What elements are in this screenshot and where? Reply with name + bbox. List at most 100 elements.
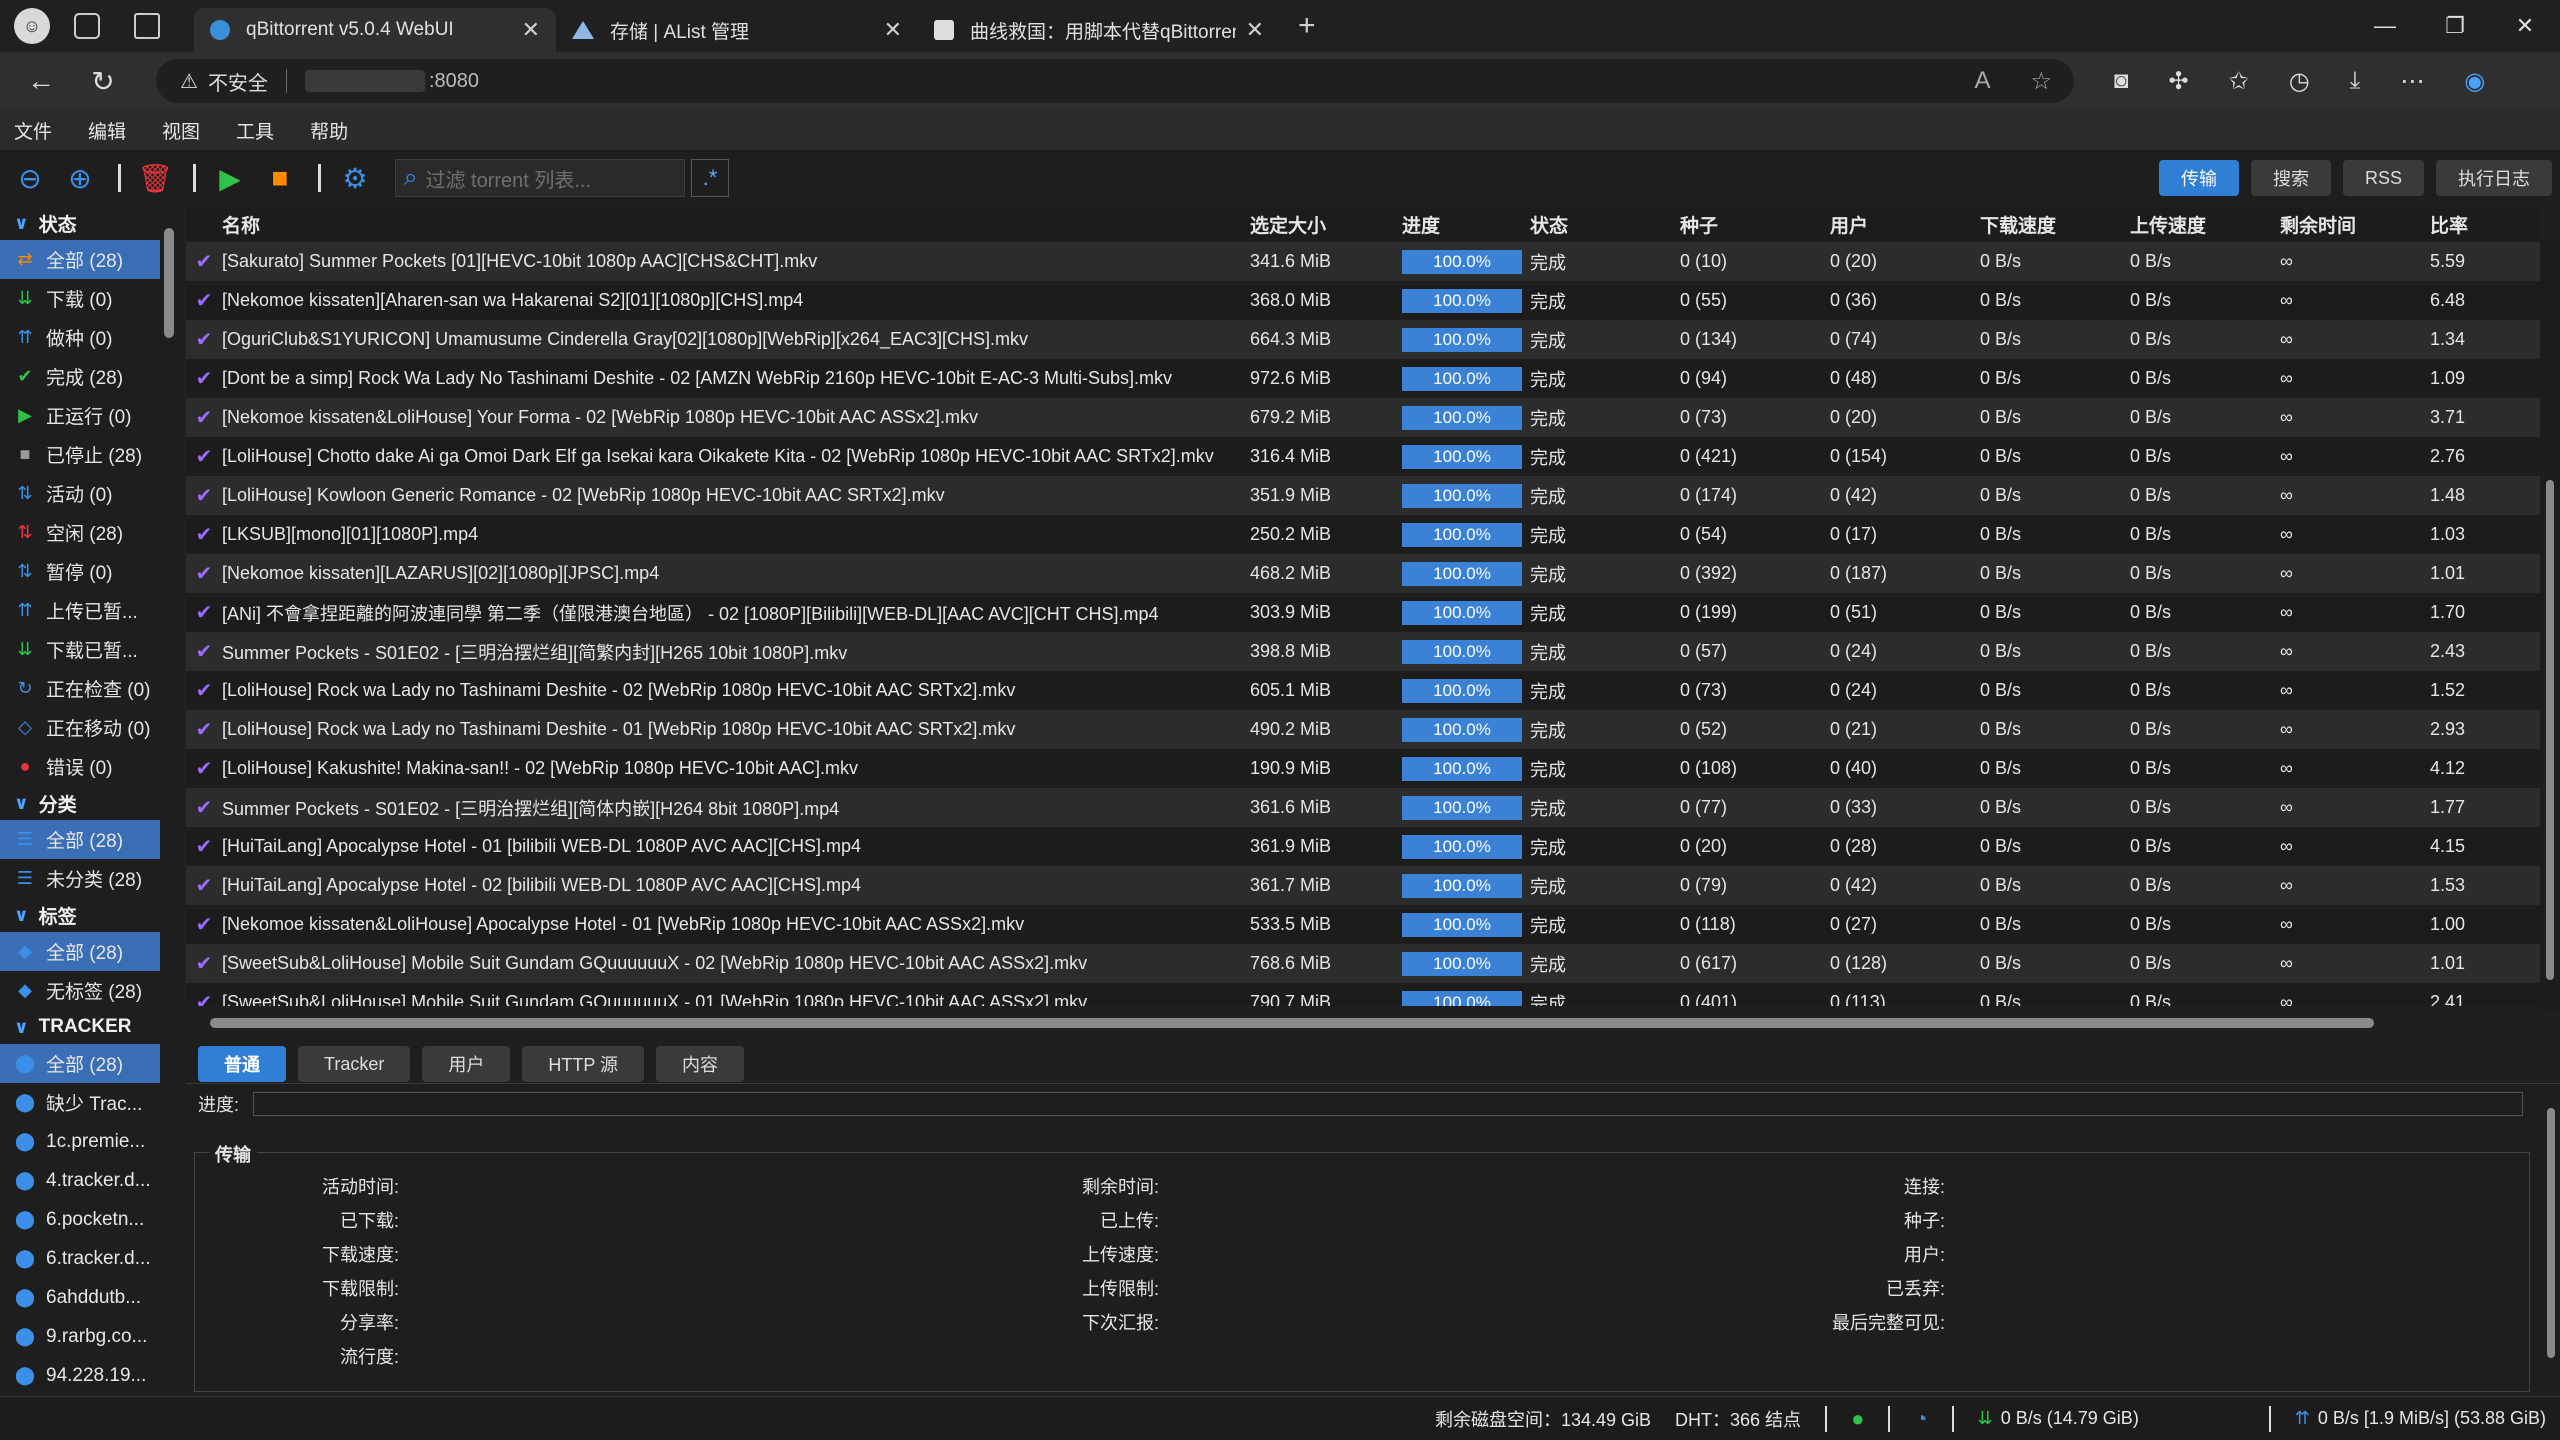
url-field[interactable]: ⚠ 不安全 :8080 A ☆: [156, 59, 2074, 103]
sidebar-item-paused[interactable]: ⇅ 暂停 (0): [0, 552, 160, 591]
sidebar-item-status-all[interactable]: ⇄ 全部 (28): [0, 240, 160, 279]
profile-avatar[interactable]: ☺: [14, 8, 50, 44]
reload-icon[interactable]: ↻: [72, 65, 134, 98]
tab-general[interactable]: 普通: [198, 1046, 286, 1082]
sidebar-item-tracker[interactable]: ⬤ 6.pocketn...: [0, 1200, 160, 1239]
column-header-name[interactable]: 名称: [222, 211, 1250, 242]
sidebar-item-upload-paused[interactable]: ⇈ 上传已暂...: [0, 591, 160, 630]
sidebar-item-tag-all[interactable]: ◆ 全部 (28): [0, 932, 160, 971]
tab-peers[interactable]: 用户: [422, 1046, 511, 1082]
tab-content[interactable]: 内容: [656, 1046, 745, 1082]
tag-section-header[interactable]: ∨ 标签: [0, 898, 160, 932]
sidebar-item-moving[interactable]: ◇ 正在移动 (0): [0, 708, 160, 747]
browser-tab-article[interactable]: 曲线救国：用脚本代替qBittorrent ✕: [918, 8, 1280, 52]
table-row[interactable]: ✔ [Nekomoe kissaten][Aharen-san wa Hakare…: [186, 281, 2540, 320]
menu-file[interactable]: 文件: [0, 117, 66, 144]
sidebar-item-active[interactable]: ⇅ 活动 (0): [0, 474, 160, 513]
favorites-icon[interactable]: ✩: [2229, 67, 2249, 96]
table-row[interactable]: ✔ [HuiTaiLang] Apocalypse Hotel - 01 [bil…: [186, 827, 2540, 866]
list-scroll-thumb[interactable]: [2546, 480, 2554, 980]
tab-transfers[interactable]: 传输: [2158, 160, 2239, 196]
list-vertical-scrollbar[interactable]: [2540, 240, 2560, 1010]
regex-toggle-button[interactable]: .*: [691, 159, 729, 197]
download-speed-status[interactable]: ⇊ 0 B/s (14.79 GiB): [1978, 1408, 2139, 1429]
extension-icon[interactable]: ◙: [2114, 67, 2129, 96]
list-hscroll-thumb[interactable]: [210, 1018, 2374, 1028]
tab-rss[interactable]: RSS: [2342, 160, 2424, 196]
sidebar-item-tracker[interactable]: ⬤ 1c.premie...: [0, 1122, 160, 1161]
back-icon[interactable]: ←: [10, 65, 72, 97]
downloads-icon[interactable]: ⤓: [2350, 67, 2361, 96]
tab-search[interactable]: 搜索: [2250, 160, 2331, 196]
table-row[interactable]: ✔ [LoliHouse] Rock wa Lady no Tashinami D…: [186, 710, 2540, 749]
new-tab-icon[interactable]: +: [1298, 9, 1316, 43]
table-row[interactable]: ✔ [LKSUB][mono][01][1080P].mp4 250.2 MiB 10…: [186, 515, 2540, 554]
table-row[interactable]: ✔ [HuiTaiLang] Apocalypse Hotel - 02 [bil…: [186, 866, 2540, 905]
table-row[interactable]: ✔ Summer Pockets - S01E02 - [三明治摆烂组][简繁内封…: [186, 632, 2540, 671]
column-header-ratio[interactable]: 比率: [2430, 211, 2530, 242]
list-horizontal-scrollbar[interactable]: [190, 1012, 2540, 1032]
table-row[interactable]: ✔ [LoliHouse] Kowloon Generic Romance - 0…: [186, 476, 2540, 515]
tab-http-sources[interactable]: HTTP 源: [522, 1046, 645, 1082]
column-header-seeds[interactable]: 种子: [1680, 211, 1830, 242]
add-torrent-icon[interactable]: ⊕: [62, 160, 98, 196]
column-header-peers[interactable]: 用户: [1830, 211, 1980, 242]
table-row[interactable]: ✔ [Dont be a simp] Rock Wa Lady No Tashin…: [186, 359, 2540, 398]
browser-tab-alist[interactable]: 存储 | AList 管理 ✕: [556, 8, 918, 52]
sidebar-item-trackerless[interactable]: ⬤ 缺少 Trac...: [0, 1083, 160, 1122]
close-tab-icon[interactable]: ✕: [522, 17, 540, 43]
table-row[interactable]: ✔ [SweetSub&LoliHouse] Mobile Suit Gundam…: [186, 944, 2540, 983]
add-link-icon[interactable]: ⊖: [12, 160, 48, 196]
column-header-eta[interactable]: 剩余时间: [2280, 211, 2430, 242]
tab-actions-icon[interactable]: [134, 13, 160, 39]
sidebar-item-completed[interactable]: ✔ 完成 (28): [0, 357, 160, 396]
puzzle-icon[interactable]: ✣: [2169, 67, 2189, 96]
delete-icon[interactable]: 🗑: [137, 160, 173, 196]
close-tab-icon[interactable]: ✕: [884, 17, 902, 43]
sidebar-item-tracker[interactable]: ⬤ 4.tracker.d...: [0, 1161, 160, 1200]
properties-scrollbar[interactable]: [2542, 1088, 2560, 1388]
sidebar-item-errored[interactable]: ● 错误 (0): [0, 747, 160, 786]
restore-icon[interactable]: ❐: [2420, 0, 2490, 52]
sidebar-item-tracker[interactable]: ⬤ 9.rarbg.co...: [0, 1317, 160, 1356]
minimize-icon[interactable]: —: [2350, 0, 2420, 52]
column-header-size[interactable]: 选定大小: [1250, 211, 1402, 242]
sidebar-item-stopped[interactable]: ■ 已停止 (28): [0, 435, 160, 474]
menu-help[interactable]: 帮助: [296, 117, 362, 144]
tracker-section-header[interactable]: ∨ TRACKER: [0, 1010, 160, 1044]
workspaces-icon[interactable]: [74, 13, 100, 39]
properties-scroll-thumb[interactable]: [2547, 1108, 2555, 1358]
sidebar-scroll-thumb[interactable]: [164, 228, 174, 338]
table-row[interactable]: ✔ [Sakurato] Summer Pockets [01][HEVC-10b…: [186, 242, 2540, 281]
favorite-star-icon[interactable]: ☆: [2030, 67, 2052, 96]
table-row[interactable]: ✔ [Nekomoe kissaten][LAZARUS][02][1080p][…: [186, 554, 2540, 593]
sidebar-item-inactive[interactable]: ⇅ 空闲 (28): [0, 513, 160, 552]
sidebar-scrollbar[interactable]: [160, 206, 178, 1396]
sidebar-item-checking[interactable]: ↻ 正在检查 (0): [0, 669, 160, 708]
connection-status-icon[interactable]: ●: [1851, 1406, 1864, 1432]
read-aloud-icon[interactable]: A: [1974, 67, 1990, 96]
menu-tools[interactable]: 工具: [222, 117, 288, 144]
table-row[interactable]: ✔ [LoliHouse] Kakushite! Makina-san!! - 0…: [186, 749, 2540, 788]
sidebar-item-running[interactable]: ▶ 正运行 (0): [0, 396, 160, 435]
column-header-state[interactable]: 状态: [1530, 211, 1680, 242]
table-row[interactable]: ✔ [Nekomoe kissaten&LoliHouse] Apocalypse…: [186, 905, 2540, 944]
status-section-header[interactable]: ∨ 状态: [0, 206, 160, 240]
column-header-progress[interactable]: 进度: [1402, 211, 1530, 242]
sidebar-item-download-paused[interactable]: ⇊ 下载已暂...: [0, 630, 160, 669]
table-row[interactable]: ✔ [Nekomoe kissaten&LoliHouse] Your Forma…: [186, 398, 2540, 437]
browser-tab-qbittorrent[interactable]: qBittorrent v5.0.4 WebUI ✕: [194, 8, 556, 52]
sidebar-item-tracker-all[interactable]: ⬤ 全部 (28): [0, 1044, 160, 1083]
table-row[interactable]: ✔ [LoliHouse] Rock wa Lady no Tashinami D…: [186, 671, 2540, 710]
column-header-ul-speed[interactable]: 上传速度: [2130, 211, 2280, 242]
copilot-icon[interactable]: ◉: [2464, 67, 2485, 96]
menu-edit[interactable]: 编辑: [74, 117, 140, 144]
tab-execution-log[interactable]: 执行日志: [2436, 160, 2552, 196]
close-window-icon[interactable]: ✕: [2490, 0, 2560, 52]
table-row[interactable]: ✔ [SweetSub&LoliHouse] Mobile Suit Gundam…: [186, 983, 2540, 1006]
speed-limit-icon[interactable]: ◔: [1914, 1406, 1927, 1432]
start-icon[interactable]: ▶: [212, 160, 248, 196]
history-icon[interactable]: ◷: [2289, 67, 2310, 96]
tab-trackers[interactable]: Tracker: [298, 1046, 411, 1082]
stop-icon[interactable]: ■: [262, 160, 298, 196]
